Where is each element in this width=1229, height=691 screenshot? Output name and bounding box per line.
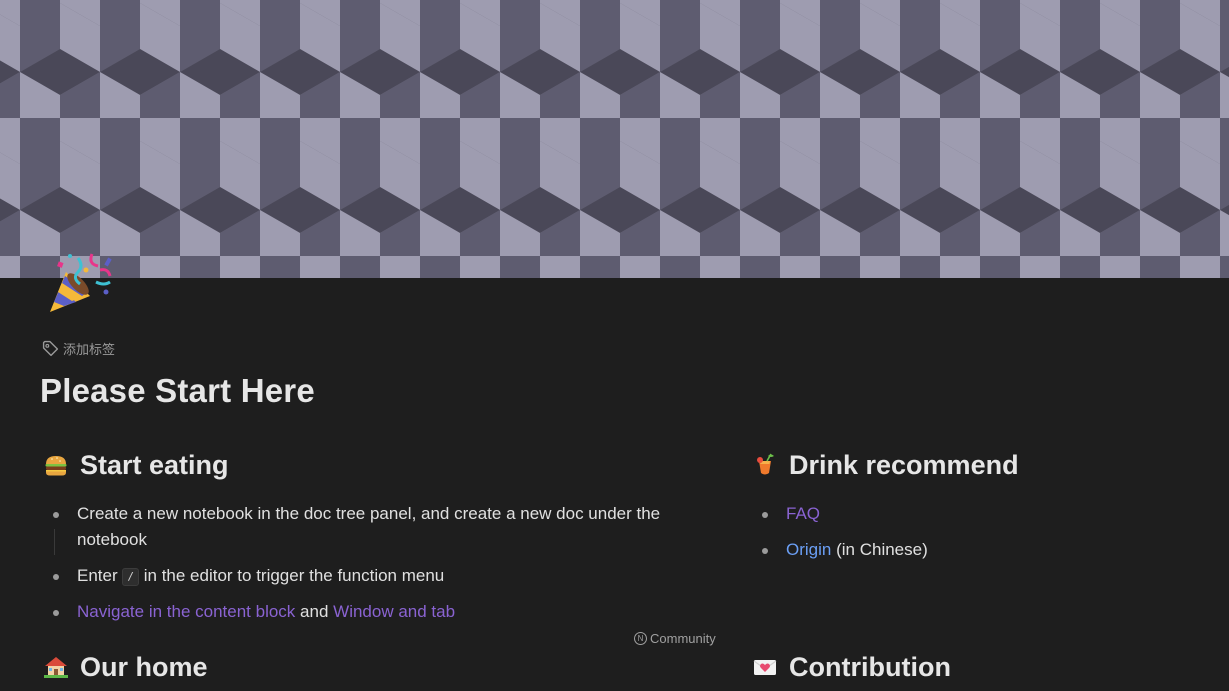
n-logo-icon: N bbox=[634, 632, 647, 645]
list-item-text: Create a new notebook in the doc tree pa… bbox=[77, 504, 661, 549]
section-start-eating: Start eating Create a new notebook in th… bbox=[44, 447, 704, 625]
heading-our-home[interactable]: Our home bbox=[44, 649, 704, 685]
tag-icon bbox=[42, 340, 59, 357]
cover-banner[interactable] bbox=[0, 0, 1229, 278]
love-letter-icon bbox=[753, 655, 777, 679]
list-item[interactable]: Enter / in the editor to trigger the fun… bbox=[44, 563, 704, 589]
community-label: Community bbox=[650, 631, 716, 646]
heading-start-eating-text: Start eating bbox=[80, 449, 229, 480]
add-tag-button[interactable]: 添加标签 bbox=[42, 338, 115, 358]
heading-drink-recommend-text: Drink recommend bbox=[789, 449, 1019, 480]
section-our-home: Our home bbox=[44, 649, 704, 685]
link-faq[interactable]: FAQ bbox=[786, 504, 820, 523]
list-item-text-before: Enter bbox=[77, 566, 118, 585]
document-page: 添加标签 Please Start Here Start eating Crea… bbox=[0, 0, 1229, 691]
heading-contribution-text: Contribution bbox=[789, 651, 951, 682]
link-origin[interactable]: Origin bbox=[786, 540, 831, 559]
community-badge[interactable]: N Community bbox=[634, 631, 716, 646]
heading-start-eating[interactable]: Start eating bbox=[44, 447, 704, 483]
cube-pattern bbox=[0, 0, 1229, 278]
section-drink-recommend: Drink recommend FAQ Origin (in Chinese) bbox=[753, 447, 1193, 563]
heading-contribution[interactable]: Contribution bbox=[753, 649, 1193, 685]
start-eating-list: Create a new notebook in the doc tree pa… bbox=[44, 501, 704, 625]
hamburger-icon bbox=[44, 453, 68, 477]
page-title[interactable]: Please Start Here bbox=[40, 372, 315, 410]
add-tag-label: 添加标签 bbox=[63, 341, 116, 357]
tropical-drink-icon bbox=[753, 453, 777, 477]
drink-recommend-list: FAQ Origin (in Chinese) bbox=[753, 501, 1193, 563]
link-navigate-content-block[interactable]: Navigate in the content block bbox=[77, 602, 295, 621]
house-with-garden-icon bbox=[44, 655, 68, 679]
list-item-text-and: and bbox=[300, 602, 329, 621]
heading-drink-recommend[interactable]: Drink recommend bbox=[753, 447, 1193, 483]
list-item-suffix: (in Chinese) bbox=[836, 540, 928, 559]
list-item[interactable]: Navigate in the content block and Window… bbox=[44, 599, 704, 625]
list-item-text-after: in the editor to trigger the function me… bbox=[143, 566, 445, 585]
indent-guide bbox=[54, 529, 55, 555]
heading-our-home-text: Our home bbox=[80, 651, 208, 682]
list-item[interactable]: Create a new notebook in the doc tree pa… bbox=[44, 501, 704, 555]
section-contribution: Contribution bbox=[753, 649, 1193, 685]
inline-code-slash: / bbox=[122, 568, 139, 586]
list-item[interactable]: FAQ bbox=[753, 501, 1193, 527]
party-popper-icon[interactable] bbox=[44, 248, 116, 320]
link-window-and-tab[interactable]: Window and tab bbox=[333, 602, 455, 621]
list-item[interactable]: Origin (in Chinese) bbox=[753, 537, 1193, 563]
